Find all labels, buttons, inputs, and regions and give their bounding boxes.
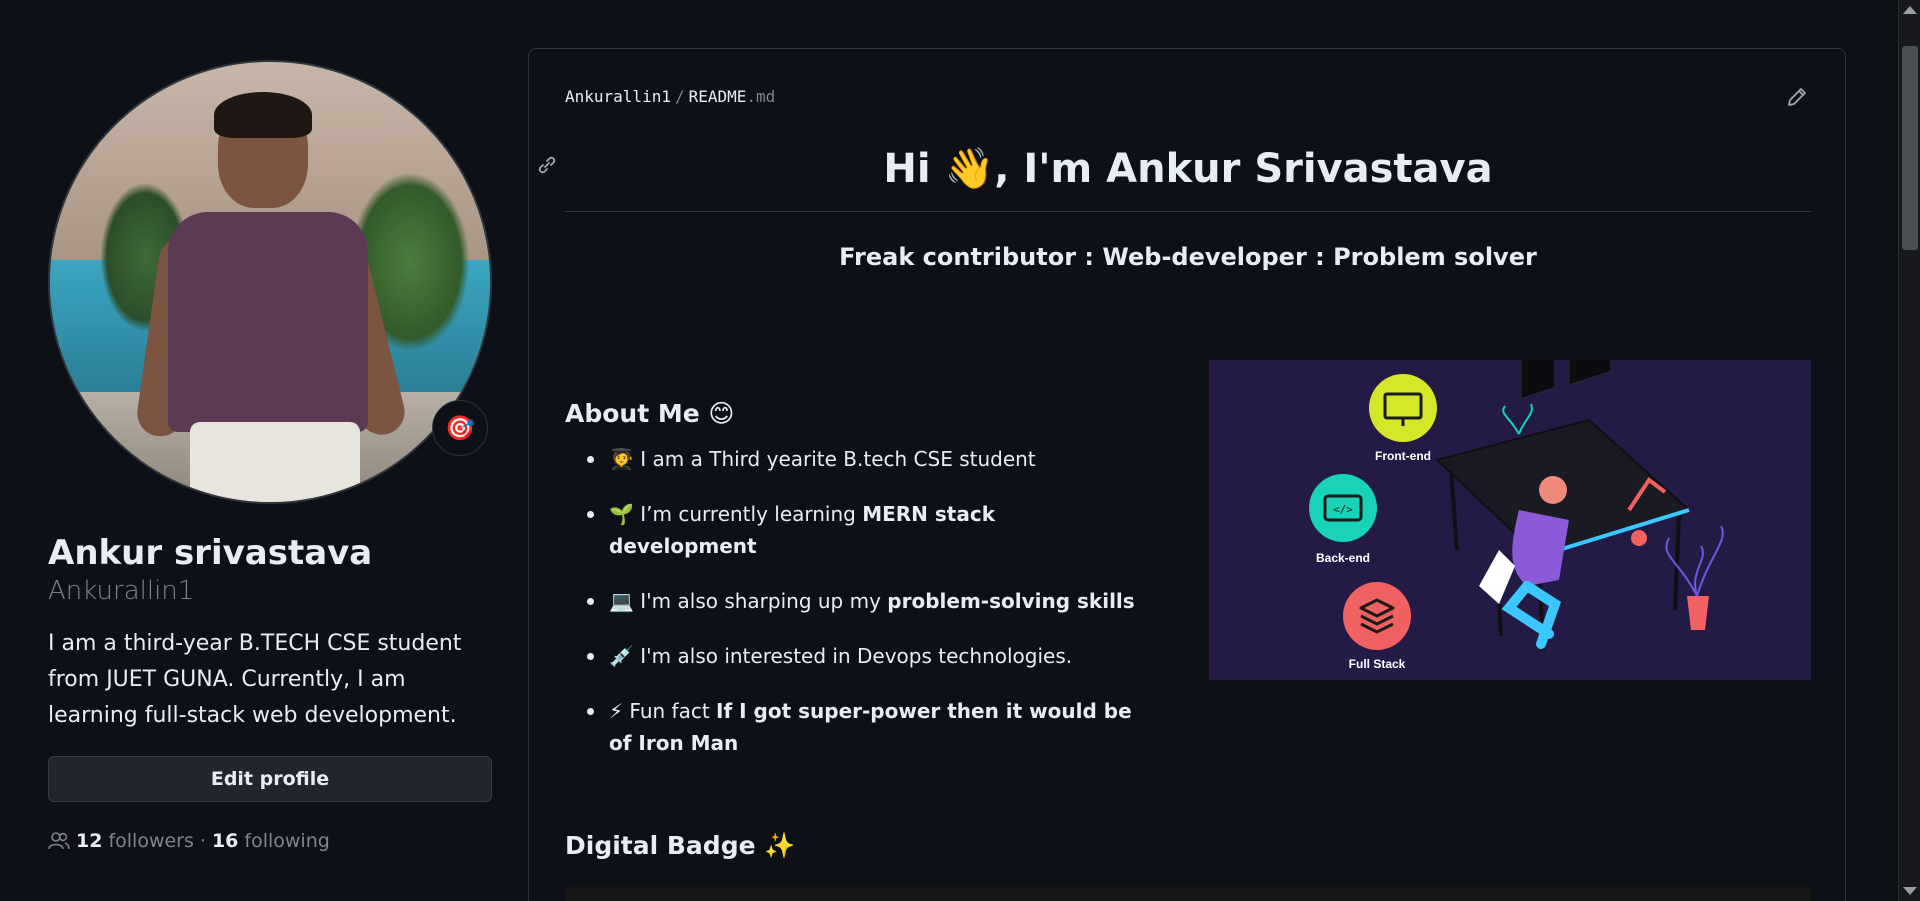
fullstack-label: Full Stack [1349, 657, 1406, 671]
avatar-container: 🎯 [48, 60, 492, 504]
scrollbar-thumb[interactable] [1902, 46, 1918, 250]
breadcrumb-ext: .md [746, 87, 776, 106]
breadcrumb-separator: / [674, 87, 685, 106]
readme-title: Hi 👋, I'm Ankur Srivastava [565, 139, 1811, 212]
status-button[interactable]: 🎯 [432, 400, 488, 456]
breadcrumb-file[interactable]: README [689, 87, 747, 106]
following-count[interactable]: 16 [212, 830, 238, 852]
developer-illustration: Front-end </> Back-end Full Stack [1309, 360, 1724, 671]
breadcrumb: Ankurallin1/README.md [565, 87, 775, 106]
about-list: 🧑‍🎓 I am a Third yearite B.tech CSE stud… [565, 443, 1145, 782]
pencil-icon[interactable] [1785, 85, 1809, 109]
profile-sidebar: 🎯 Ankur srivastava Ankurallin1 I am a th… [48, 60, 492, 852]
scroll-down-icon[interactable] [1903, 887, 1917, 895]
followers-link[interactable]: followers [108, 830, 193, 852]
svg-text:</>: </> [1333, 503, 1353, 516]
list-item: 💻 I'm also sharping up my problem-solvin… [565, 585, 1145, 617]
profile-bio: I am a third-year B.TECH CSE student fro… [48, 631, 462, 728]
backend-label: Back-end [1316, 551, 1370, 565]
follow-separator: · [199, 830, 206, 852]
edit-profile-button[interactable]: Edit profile [48, 756, 492, 802]
people-icon [48, 832, 70, 850]
breadcrumb-user[interactable]: Ankurallin1 [565, 87, 671, 106]
scroll-up-icon[interactable] [1903, 6, 1917, 14]
about-heading: About Me 😊 [565, 399, 735, 428]
hero-illustration: Front-end </> Back-end Full Stack [1209, 360, 1811, 680]
followers-count[interactable]: 12 [76, 830, 102, 852]
profile-username: Ankurallin1 [48, 576, 195, 606]
profile-name: Ankur srivastava [48, 533, 373, 573]
following-link[interactable]: following [244, 830, 329, 852]
badge-heading: Digital Badge ✨ [565, 831, 796, 860]
follow-stats: 12 followers · 16 following [48, 830, 492, 852]
list-item: 💉 I'm also interested in Devops technolo… [565, 640, 1145, 672]
readme-card: Ankurallin1/README.md Hi 👋, I'm Ankur Sr… [528, 48, 1846, 901]
list-item: 🌱 I’m currently learning MERN stack deve… [565, 498, 1145, 562]
list-item: 🧑‍🎓 I am a Third yearite B.tech CSE stud… [565, 443, 1145, 475]
status-emoji: 🎯 [445, 414, 475, 442]
link-icon[interactable] [535, 153, 559, 177]
badge-image [565, 887, 1811, 901]
list-item: ⚡ Fun fact If I got super-power then it … [565, 695, 1145, 759]
avatar[interactable] [48, 60, 492, 504]
page-scrollbar[interactable] [1898, 0, 1920, 901]
frontend-label: Front-end [1375, 449, 1431, 463]
readme-tagline: Freak contributor : Web-developer : Prob… [839, 243, 1537, 271]
